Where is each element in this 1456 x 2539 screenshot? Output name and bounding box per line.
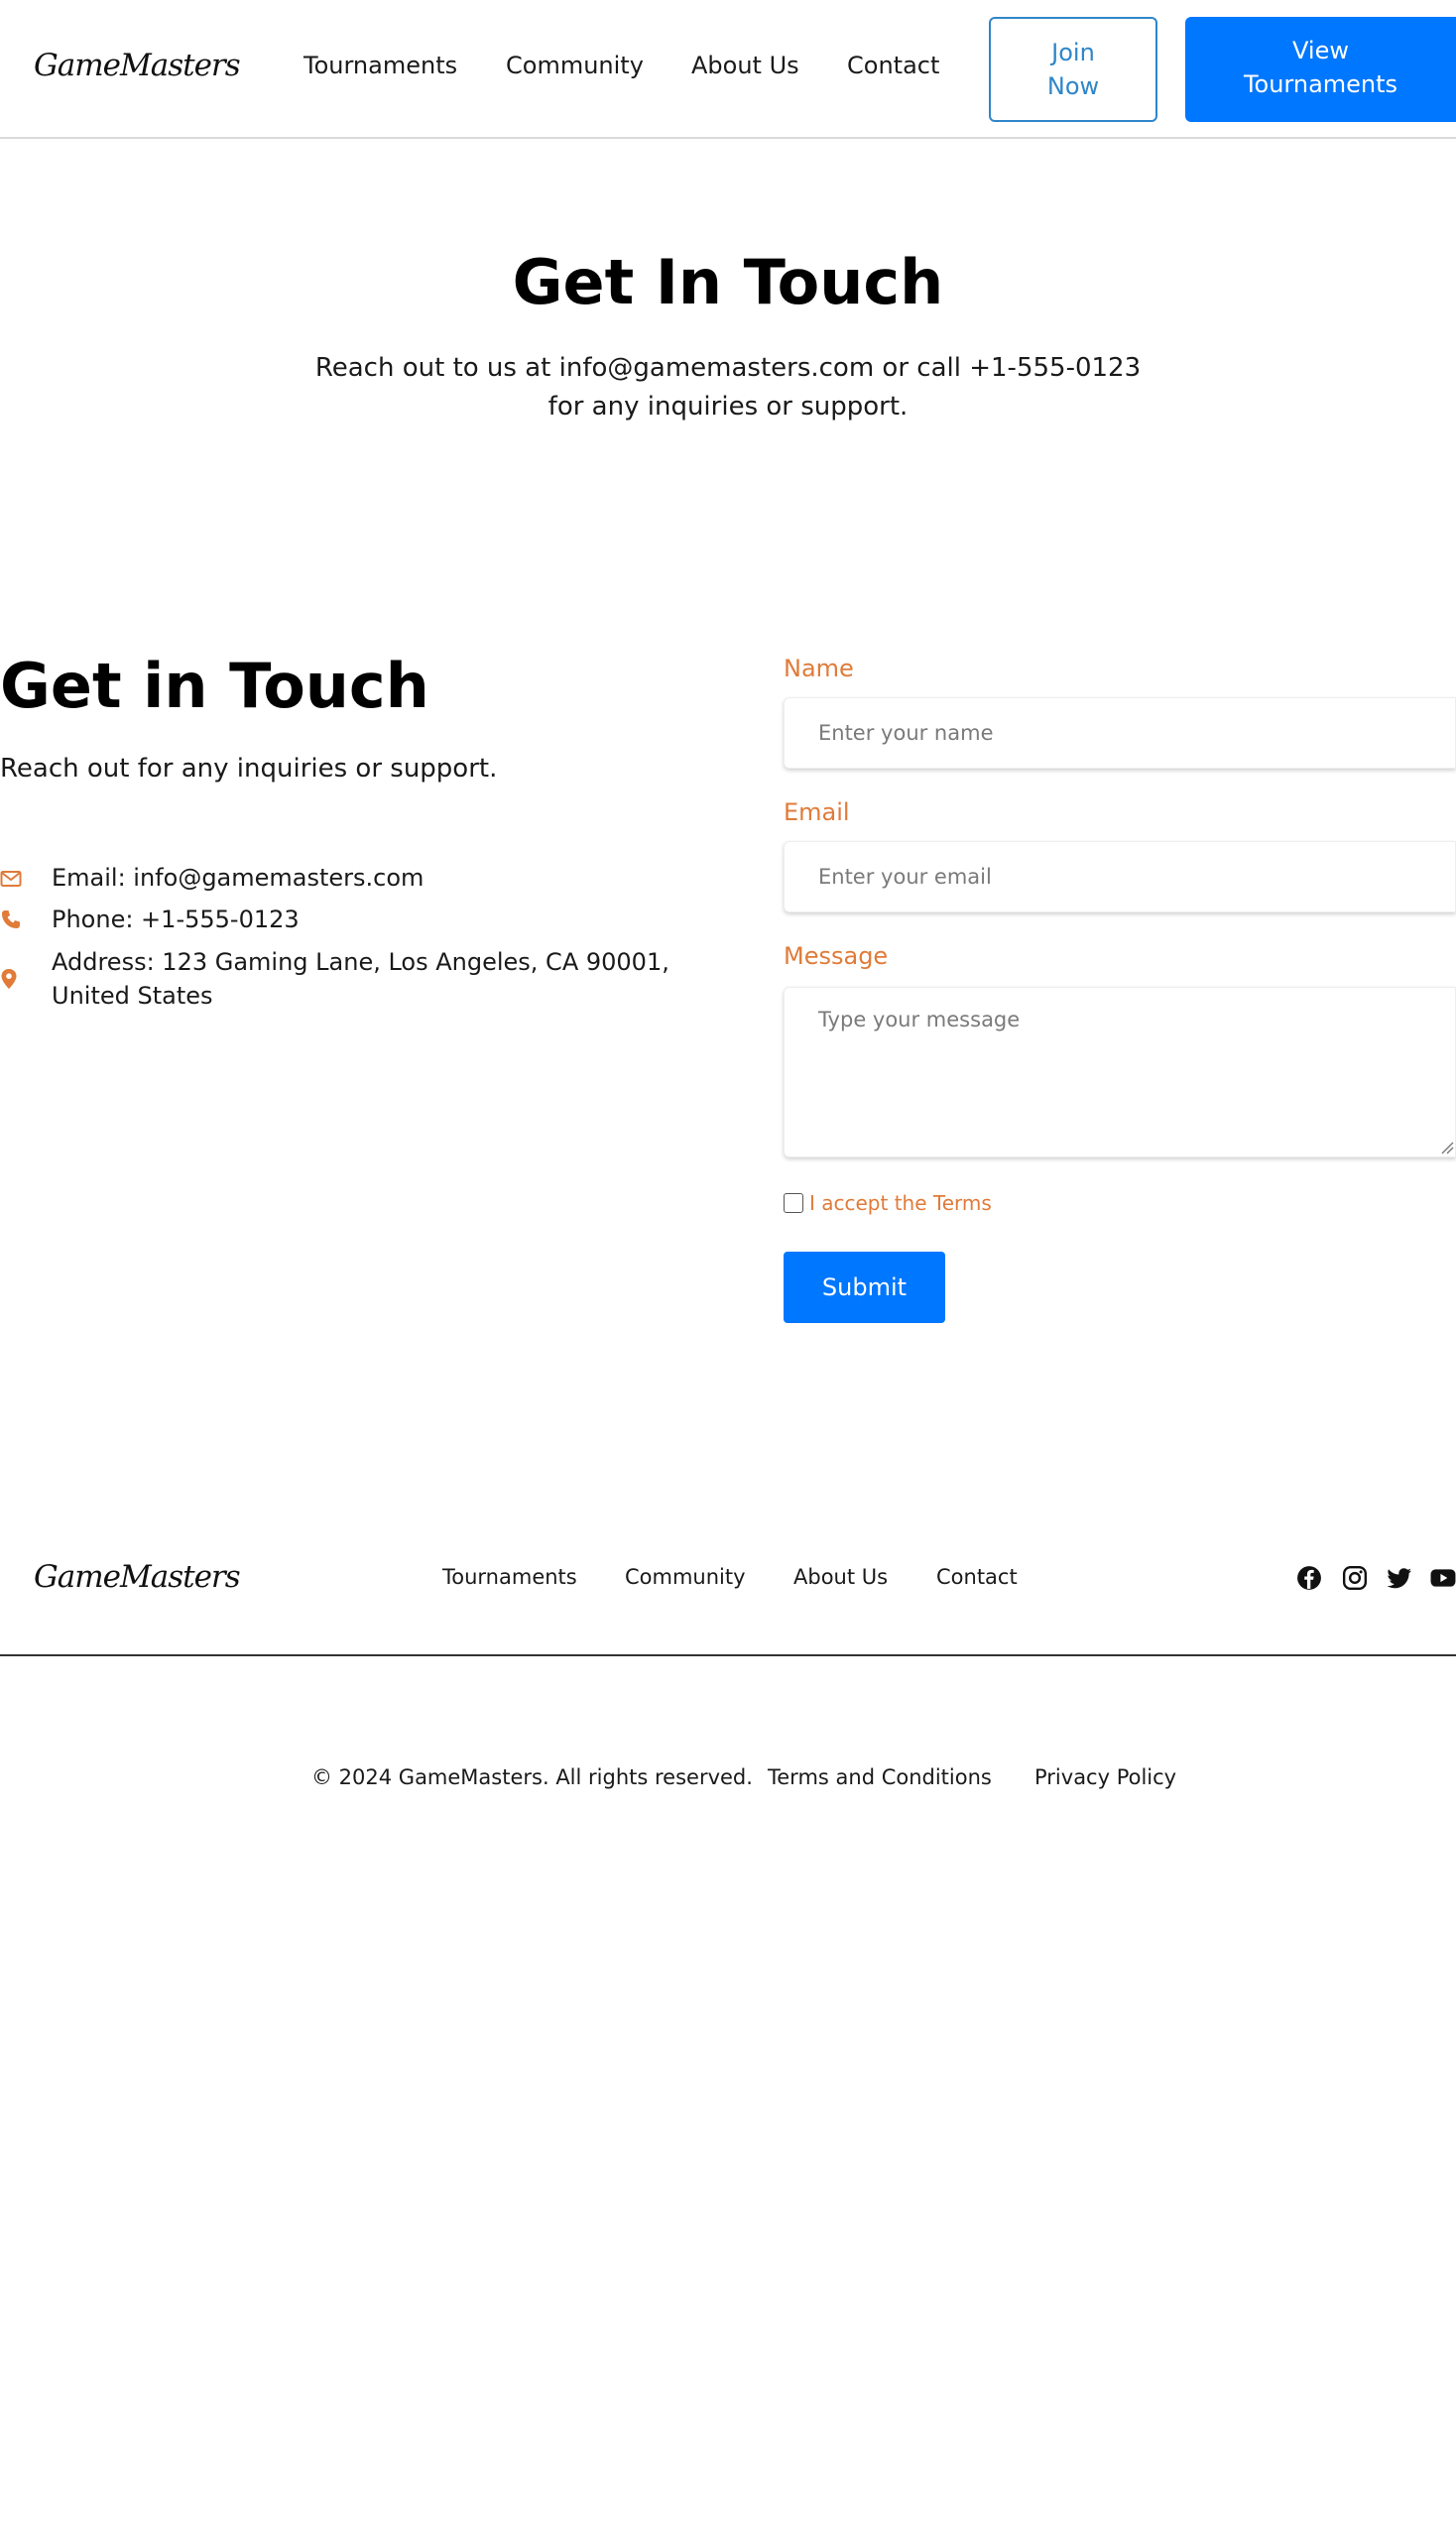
view-tournaments-label-line2: Tournaments: [1243, 70, 1398, 98]
contact-email-text: Email: info@gamemasters.com: [52, 864, 425, 892]
terms-checkbox[interactable]: [784, 1193, 803, 1213]
copyright-text: © 2024 GameMasters. All rights reserved.: [311, 1765, 753, 1789]
envelope-icon: [0, 871, 22, 887]
nav-community[interactable]: Community: [506, 52, 644, 79]
contact-subtitle: Reach out for any inquiries or support.: [0, 754, 498, 784]
nav-contact[interactable]: Contact: [847, 52, 939, 79]
join-now-button[interactable]: Join Now: [989, 17, 1157, 122]
message-textarea[interactable]: [784, 987, 1456, 1157]
name-input[interactable]: [784, 697, 1456, 769]
twitter-icon[interactable]: [1387, 1565, 1412, 1591]
footer-divider: [0, 1654, 1456, 1656]
join-now-label-line2: Now: [1046, 72, 1100, 100]
message-label: Message: [784, 942, 889, 970]
footer-nav-about-us[interactable]: About Us: [793, 1565, 888, 1589]
youtube-icon[interactable]: [1430, 1565, 1456, 1591]
footer-nav-contact[interactable]: Contact: [936, 1565, 1018, 1589]
privacy-policy-link[interactable]: Privacy Policy: [1034, 1765, 1176, 1789]
site-header: GameMasters Tournaments Community About …: [0, 0, 1456, 139]
facebook-icon[interactable]: [1296, 1565, 1322, 1591]
view-tournaments-button[interactable]: View Tournaments: [1185, 17, 1456, 122]
email-label: Email: [784, 798, 850, 826]
contact-title: Get in Touch: [0, 650, 429, 722]
nav-tournaments[interactable]: Tournaments: [303, 52, 457, 79]
resize-grip-icon[interactable]: [1440, 1141, 1454, 1154]
footer-nav-tournaments[interactable]: Tournaments: [442, 1565, 577, 1589]
contact-phone-text: Phone: +1-555-0123: [52, 906, 300, 933]
nav-about-us[interactable]: About Us: [691, 52, 799, 79]
terms-and-conditions-link[interactable]: Terms and Conditions: [768, 1765, 992, 1789]
instagram-icon[interactable]: [1342, 1565, 1368, 1591]
header-logo[interactable]: GameMasters: [34, 48, 241, 83]
view-tournaments-label-line1: View: [1292, 37, 1349, 64]
footer-nav-community[interactable]: Community: [625, 1565, 746, 1589]
submit-button[interactable]: Submit: [784, 1252, 945, 1323]
hero-title: Get In Touch: [512, 246, 944, 318]
phone-icon: [2, 910, 20, 928]
footer-logo[interactable]: GameMasters: [34, 1559, 241, 1595]
email-input[interactable]: [784, 841, 1456, 912]
map-pin-icon: [1, 969, 17, 989]
name-label: Name: [784, 655, 854, 682]
hero-subtitle: Reach out to us at info@gamemasters.com …: [314, 353, 1142, 422]
join-now-label-line1: Join: [1051, 39, 1095, 66]
contact-address-text: Address: 123 Gaming Lane, Los Angeles, C…: [52, 948, 669, 1010]
terms-label[interactable]: I accept the Terms: [809, 1191, 992, 1215]
